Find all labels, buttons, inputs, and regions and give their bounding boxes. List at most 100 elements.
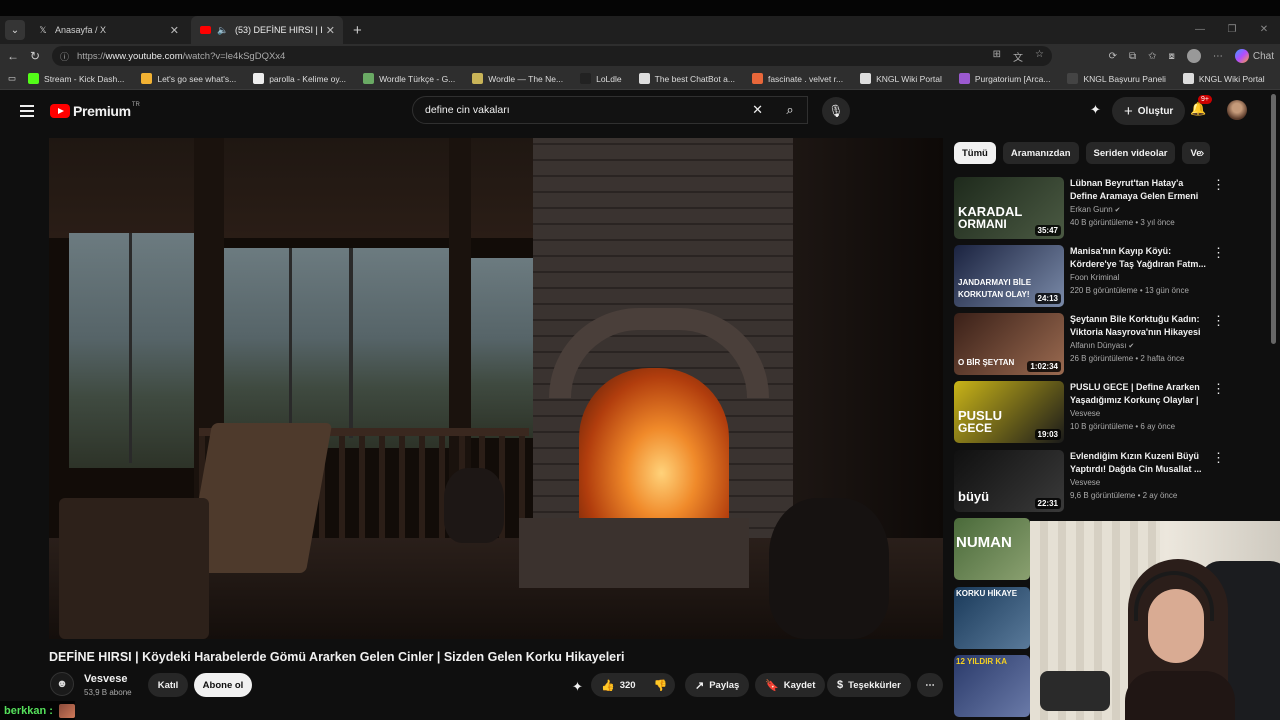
- more-vertical-icon[interactable]: ⋮: [1212, 313, 1225, 329]
- channel-avatar[interactable]: ☻: [50, 672, 74, 696]
- back-icon[interactable]: ←: [2, 49, 24, 63]
- create-button[interactable]: + Oluştur: [1112, 97, 1186, 125]
- sparkle-icon[interactable]: ✦: [1090, 102, 1101, 118]
- favorites-icon[interactable]: ✩: [1148, 51, 1156, 62]
- recommendation-title[interactable]: PUSLU GECE | Define Ararken Yaşadığımız …: [1070, 381, 1208, 407]
- voice-search-button[interactable]: 🎙: [822, 97, 850, 125]
- collections-icon[interactable]: ⧇: [1169, 51, 1175, 62]
- recommendation-title[interactable]: Manisa'nın Kayıp Köyü: Kördere'ye Taş Ya…: [1070, 245, 1208, 271]
- bookmark-label: KNGL Başvuru Paneli: [1083, 73, 1166, 84]
- scrollbar-thumb[interactable]: [1271, 94, 1276, 344]
- video-thumbnail[interactable]: PUSLU GECE 19:03: [954, 381, 1064, 443]
- share-button[interactable]: ↗ Paylaş: [685, 673, 750, 697]
- bookmark-item[interactable]: parolla - Kelime oy...: [253, 73, 346, 84]
- tab-title: Anasayfa / X: [55, 25, 107, 35]
- chip-filter[interactable]: Seriden videolar: [1085, 142, 1176, 164]
- clear-search-icon[interactable]: ✕: [752, 102, 763, 118]
- recommendation-item[interactable]: JANDARMAYI BİLE KORKUTAN OLAY! 24:13 Manisa…: [954, 245, 1254, 309]
- recommendation-item[interactable]: PUSLU GECE 19:03 PUSLU GECE | Define Ararke…: [954, 381, 1254, 445]
- browser-tab-youtube[interactable]: 🔈 (53) DEFİNE HIRSI | Köydeki H ✕: [191, 16, 343, 44]
- copilot-chat-label[interactable]: Chat: [1253, 51, 1274, 62]
- maximize-icon[interactable]: ❐: [1216, 16, 1248, 44]
- subscribe-button[interactable]: Abone ol: [194, 673, 252, 697]
- bookmark-item[interactable]: The best ChatBot a...: [638, 73, 735, 84]
- video-thumbnail[interactable]: KORKU HİKAYE: [954, 587, 1030, 649]
- more-icon[interactable]: ⋯: [1213, 51, 1223, 62]
- more-actions-button[interactable]: ⋯: [917, 673, 943, 697]
- bookmark-item[interactable]: Wordle Türkçe - G...: [363, 73, 455, 84]
- browser-tab-x[interactable]: 𝕏 Anasayfa / X ✕: [29, 16, 187, 44]
- more-vertical-icon[interactable]: ⋮: [1212, 245, 1225, 261]
- more-vertical-icon[interactable]: ⋮: [1212, 177, 1225, 193]
- ask-sparkle-icon[interactable]: ✦: [572, 679, 583, 695]
- chip-filter[interactable]: Ve: [1182, 142, 1210, 164]
- recommendation-channel[interactable]: Vesvese: [1070, 478, 1100, 487]
- minimize-icon[interactable]: —: [1184, 16, 1216, 44]
- join-button[interactable]: Katıl: [148, 673, 188, 697]
- bookmarks-menu-icon[interactable]: ▭: [8, 73, 16, 84]
- notifications-button[interactable]: 🔔 9+: [1190, 95, 1212, 117]
- video-thumbnail[interactable]: büyü 22:31: [954, 450, 1064, 512]
- recommendation-item[interactable]: KARADAL ORMANI 35:47 Lübnan Beyrut'tan Hata…: [954, 177, 1254, 241]
- tab-close-icon[interactable]: ✕: [170, 24, 179, 37]
- bookmark-item[interactable]: KNGL Wiki Portal: [860, 73, 942, 84]
- window-close-icon[interactable]: ✕: [1248, 16, 1280, 44]
- like-count[interactable]: 320: [620, 680, 636, 691]
- video-player[interactable]: [49, 138, 943, 639]
- chevron-right-icon[interactable]: ›: [1200, 145, 1204, 160]
- favorite-star-icon[interactable]: ☆: [1035, 49, 1044, 64]
- recommendation-channel[interactable]: Alfanın Dünyası ✔: [1070, 341, 1134, 350]
- video-thumbnail[interactable]: NUMAN: [954, 518, 1030, 580]
- site-info-icon[interactable]: ⓘ: [60, 50, 69, 63]
- like-icon[interactable]: 👍: [601, 679, 615, 692]
- video-thumbnail[interactable]: O BİR ŞEYTAN 1:02:34: [954, 313, 1064, 375]
- menu-hamburger-icon[interactable]: [20, 105, 34, 117]
- extensions-icon[interactable]: ⟳: [1109, 51, 1117, 62]
- thanks-button[interactable]: $ Teşekkürler: [827, 673, 911, 697]
- bookmark-item[interactable]: Purgatorium [Arca...: [958, 73, 1050, 84]
- video-thumbnail[interactable]: KARADAL ORMANI 35:47: [954, 177, 1064, 239]
- recommendation-channel[interactable]: Vesvese: [1070, 409, 1100, 418]
- account-avatar[interactable]: [1227, 100, 1247, 120]
- video-thumbnail[interactable]: 12 YILDIR KA: [954, 655, 1030, 717]
- tab-close-icon[interactable]: ✕: [326, 24, 335, 37]
- save-button[interactable]: 🔖 Kaydet: [755, 673, 826, 697]
- recommendation-channel[interactable]: Erkan Gunn ✔: [1070, 205, 1121, 214]
- youtube-logo[interactable]: Premium TR: [50, 102, 140, 119]
- more-vertical-icon[interactable]: ⋮: [1212, 450, 1225, 466]
- search-button[interactable]: ⌕: [772, 96, 808, 124]
- recommendation-title[interactable]: Lübnan Beyrut'tan Hatay'a Define Aramaya…: [1070, 177, 1208, 203]
- speaker-icon[interactable]: 🔈: [217, 24, 229, 36]
- bookmark-favicon-icon: [860, 73, 872, 84]
- chip-all[interactable]: Tümü: [954, 142, 996, 164]
- bookmark-item[interactable]: KNGL Başvuru Paneli: [1067, 73, 1166, 84]
- bookmark-item[interactable]: LoLdle: [580, 73, 622, 84]
- bookmark-favicon-icon: [958, 73, 970, 84]
- recommendation-meta: 9,6 B görüntüleme • 2 ay önce: [1070, 491, 1178, 500]
- recommendation-title[interactable]: Şeytanın Bile Korktuğu Kadın: Viktoria N…: [1070, 313, 1208, 339]
- recommendation-title[interactable]: Evlendiğim Kızın Kuzeni Büyü Yaptırdı! D…: [1070, 450, 1208, 476]
- bookmark-item[interactable]: Stream - Kick Dash...: [28, 73, 124, 84]
- recommendation-channel[interactable]: Foon Kriminal: [1070, 273, 1119, 282]
- split-screen-icon[interactable]: ⧉: [1129, 51, 1136, 62]
- search-input[interactable]: define cin vakaları ✕: [412, 96, 808, 124]
- recommendation-item[interactable]: O BİR ŞEYTAN 1:02:34 Şeytanın Bile Korktuğ…: [954, 313, 1254, 377]
- video-thumbnail[interactable]: JANDARMAYI BİLE KORKUTAN OLAY! 24:13: [954, 245, 1064, 307]
- chip-filter[interactable]: Aramanızdan: [1002, 142, 1079, 164]
- apps-icon[interactable]: ⊞: [993, 49, 1001, 64]
- more-vertical-icon[interactable]: ⋮: [1212, 381, 1225, 397]
- translate-icon[interactable]: 文: [1013, 49, 1023, 64]
- dislike-icon[interactable]: 👎: [654, 679, 668, 692]
- bookmark-item[interactable]: Wordle — The Ne...: [472, 73, 563, 84]
- channel-name[interactable]: Vesvese: [84, 673, 127, 685]
- bookmark-item[interactable]: Let's go see what's...: [141, 73, 236, 84]
- profile-avatar[interactable]: [1186, 49, 1201, 63]
- copilot-icon[interactable]: [1234, 49, 1249, 63]
- bookmark-item[interactable]: KNGL Wiki Portal: [1182, 73, 1265, 84]
- url-input[interactable]: ⓘ https://www.youtube.com/watch?v=le4kSg…: [52, 46, 1052, 66]
- refresh-icon[interactable]: ↻: [24, 49, 46, 63]
- recommendation-item[interactable]: büyü 22:31 Evlendiğim Kızın Kuzeni Büyü Ya…: [954, 450, 1254, 514]
- tab-actions-menu-icon[interactable]: ⌄: [5, 20, 25, 40]
- bookmark-item[interactable]: fascinate . velvet r...: [751, 73, 843, 84]
- new-tab-icon[interactable]: +: [353, 22, 362, 39]
